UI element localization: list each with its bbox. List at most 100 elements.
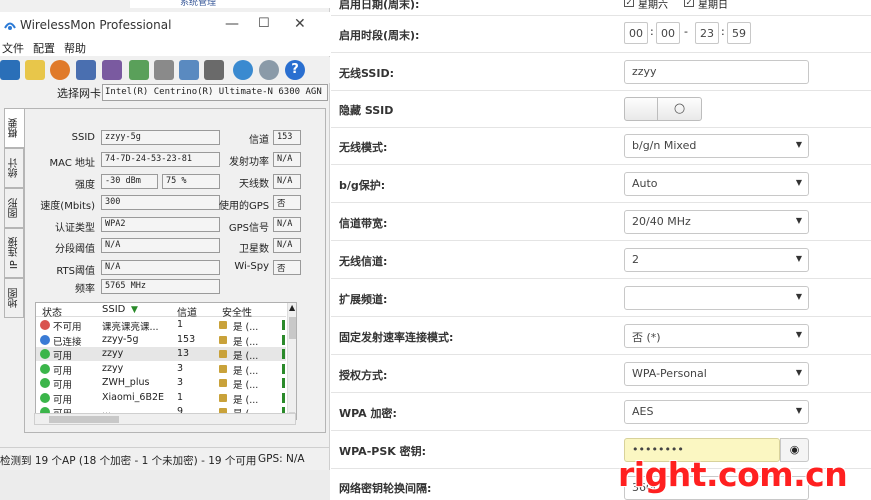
menu-file[interactable]: 文件 [2, 40, 24, 56]
end-minute-input[interactable]: 59 [727, 22, 751, 44]
help-icon[interactable]: ? [285, 60, 305, 80]
start-hour-input[interactable]: 00 [624, 22, 648, 44]
chevron-down-icon: ▼ [795, 254, 802, 263]
weekend-time-label: 启用时段(周末): [339, 29, 420, 42]
gps-signal-value: N/A [273, 217, 301, 232]
frequency-label: 频率 [75, 284, 95, 295]
minimize-icon[interactable]: — [225, 16, 239, 32]
network-icon[interactable] [76, 60, 96, 80]
export-icon[interactable] [129, 60, 149, 80]
menu-bar: 文件 配置 帮助 [0, 38, 330, 56]
background-window-strip: 系统管理 [130, 0, 330, 8]
wispy-label: Wi-Spy [234, 261, 269, 272]
settings-icon[interactable] [204, 60, 224, 80]
ap-channel: 3 [177, 362, 184, 374]
ap-list-row[interactable]: 可用 Xiaomi_6B2E 1 是 (... [36, 391, 286, 406]
col-security[interactable]: 安全性 [222, 304, 252, 319]
col-ssid[interactable]: SSID [102, 304, 125, 315]
channel-select[interactable]: 2 ▼ [624, 248, 809, 272]
ap-status: 可用 [53, 380, 73, 391]
wpa-psk-label: WPA-PSK 密钥: [339, 445, 427, 458]
tab-statistics[interactable]: 统计 [4, 148, 24, 188]
strength-label: 强度 [75, 180, 95, 191]
wpa-encryption-select[interactable]: AES ▼ [624, 400, 809, 424]
frag-threshold-label: 分段阈值 [55, 244, 95, 255]
ap-ssid: ZWH_plus [102, 377, 150, 388]
ap-list-scrollbar[interactable]: ▲ ▼ [287, 303, 296, 419]
start-minute-input[interactable]: 00 [656, 22, 680, 44]
auth-type-value: WPA2 [101, 217, 220, 232]
connect-icon[interactable] [102, 60, 122, 80]
ap-list-row[interactable]: 已连接 zzyy-5g 153 是 (... [36, 333, 286, 348]
summary-panel: SSID zzyy-5g MAC 地址 74-7D-24-53-23-81 强度… [24, 108, 326, 433]
hscroll-thumb[interactable] [49, 416, 119, 423]
print-icon[interactable] [154, 60, 174, 80]
lock-icon [219, 335, 227, 344]
status-ap-count: 检测到 19 个AP (18 个加密 - 1 个未加密) - 19 个可用 [0, 455, 257, 467]
hide-ssid-toggle[interactable]: ○ [624, 97, 702, 121]
col-channel[interactable]: 信道 [177, 304, 197, 319]
maximize-icon[interactable]: ☐ [258, 16, 270, 31]
ap-status: 可用 [53, 365, 73, 377]
web-icon[interactable] [233, 60, 253, 80]
ap-security: 是 (... [233, 380, 259, 391]
ap-security: 是 (... [233, 336, 259, 348]
tab-map[interactable]: 地图 [4, 278, 24, 318]
signal-bar-icon [282, 349, 285, 359]
ap-channel: 153 [177, 333, 196, 345]
checklist-icon[interactable] [179, 60, 199, 80]
status-gps: GPS: N/A [258, 453, 305, 465]
ap-status: 可用 [53, 394, 73, 406]
fixed-rate-select[interactable]: 否 (*) ▼ [624, 324, 809, 348]
scroll-thumb[interactable] [289, 317, 296, 339]
sunday-checkbox[interactable]: ✓ [684, 0, 694, 7]
ap-list-row[interactable]: 可用 ZWH_plus 3 是 (... [36, 376, 286, 391]
toolbar: ? [0, 57, 330, 83]
strength-dbm: -30 dBm [101, 174, 158, 189]
ap-list-header: 状态 SSID ▼ 信道 安全性 [36, 303, 286, 319]
wireless-mode-select[interactable]: b/g/n Mixed ▼ [624, 134, 809, 158]
tab-ip-connections[interactable]: IP 连接 [4, 228, 24, 278]
adapter-select[interactable]: Intel(R) Centrino(R) Ultimate-N 6300 AGN [102, 84, 328, 101]
adapter-label: 选择网卡 [57, 87, 101, 100]
gps-signal-label: GPS信号 [228, 223, 269, 234]
menu-help[interactable]: 帮助 [64, 40, 86, 56]
extension-channel-label: 扩展频道: [339, 293, 388, 306]
bandwidth-select[interactable]: 20/40 MHz ▼ [624, 210, 809, 234]
ap-list-row[interactable]: 可用 zzyy 3 是 (... [36, 362, 286, 377]
ap-list-row[interactable]: 不可用 课亮课亮课... 1 是 (... [36, 318, 286, 333]
ssid-input[interactable]: zzyy [624, 60, 809, 84]
ap-list-row[interactable]: 可用 zzyy 13 是 (... [36, 347, 286, 362]
status-dot-icon [40, 392, 50, 403]
signal-bar-icon [282, 392, 285, 403]
auth-method-label: 授权方式: [339, 369, 388, 382]
router-settings-panel: 启用日期(周末): ✓ 星期六 ✓ 星期日 启用时段(周末): 00 : 00 … [331, 0, 871, 500]
auth-method-select[interactable]: WPA-Personal ▼ [624, 362, 809, 386]
horizontal-scrollbar[interactable] [34, 413, 296, 425]
support-icon[interactable] [259, 60, 279, 80]
wirelessmon-window: 系统管理 WirelessMon Professional — ☐ ✕ 文件 配… [0, 0, 330, 500]
extension-channel-select[interactable]: ▼ [624, 286, 809, 310]
hide-ssid-row: 隐藏 SSID ○ [331, 91, 871, 128]
menu-config[interactable]: 配置 [33, 40, 55, 56]
auth-method-row: 授权方式: WPA-Personal ▼ [331, 355, 871, 393]
open-folder-icon[interactable] [25, 60, 45, 80]
bg-protection-select[interactable]: Auto ▼ [624, 172, 809, 196]
tab-summary[interactable]: 概要 [4, 108, 24, 148]
ap-status: 不可用 [53, 322, 82, 333]
ap-security: 是 (... [233, 351, 259, 362]
wireless-mode-row: 无线模式: b/g/n Mixed ▼ [331, 128, 871, 165]
scroll-up-icon[interactable]: ▲ [289, 303, 295, 312]
col-status[interactable]: 状态 [42, 304, 62, 319]
hide-ssid-label: 隐藏 SSID [339, 104, 394, 117]
sort-down-icon[interactable]: ▼ [131, 305, 138, 315]
end-hour-input[interactable]: 23 [695, 22, 719, 44]
frag-threshold-value: N/A [101, 238, 220, 253]
ap-status: 可用 [53, 351, 73, 362]
close-icon[interactable]: ✕ [294, 16, 306, 32]
ap-ssid: 课亮课亮课... [102, 322, 159, 333]
save-icon[interactable] [0, 60, 20, 80]
record-icon[interactable] [50, 60, 70, 80]
tab-graph[interactable]: 图形 [4, 188, 24, 228]
saturday-checkbox[interactable]: ✓ [624, 0, 634, 7]
